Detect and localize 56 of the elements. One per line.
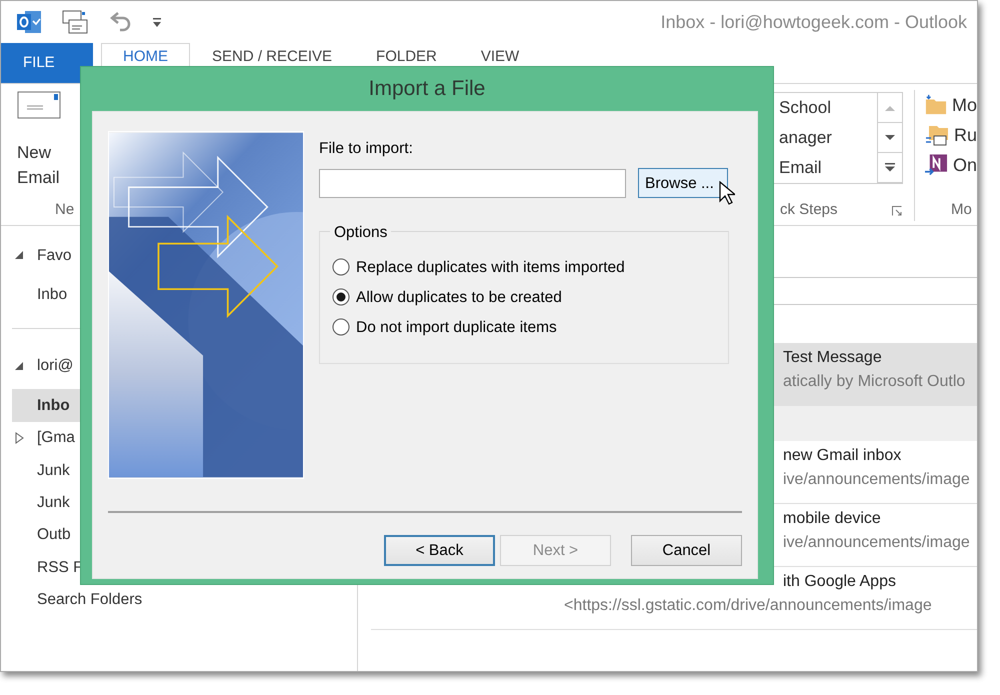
message-subject: Test Message	[783, 348, 883, 368]
onenote-icon[interactable]	[925, 153, 948, 177]
move-item[interactable]: Ru	[954, 122, 977, 148]
outlook-logo-icon[interactable]	[16, 9, 42, 35]
message-preview: ive/announcements/image	[783, 533, 971, 553]
folder-item[interactable]: Junk	[37, 490, 70, 514]
undo-icon[interactable]	[108, 10, 132, 34]
folder-item[interactable]: [Gma	[37, 426, 75, 450]
message-preview: <https://ssl.gstatic.com/drive/announcements/image	[564, 596, 933, 616]
folder-item[interactable]: Inbo	[37, 282, 68, 306]
field-label: File to import:	[319, 139, 414, 159]
radio-button[interactable]	[332, 258, 350, 276]
mouse-cursor-icon	[719, 181, 735, 206]
file-tab[interactable]: FILE	[1, 43, 93, 83]
message-subject: mobile device	[783, 509, 882, 529]
group-label: Mo	[951, 200, 973, 220]
new-email-button[interactable]: New Email	[17, 90, 67, 190]
dialog-launcher-icon[interactable]	[892, 206, 902, 216]
folder-item[interactable]: Search Folders	[37, 588, 142, 612]
folder-item[interactable]: lori@	[37, 354, 74, 378]
message-preview: atically by Microsoft Outlo	[783, 372, 966, 392]
move-item[interactable]: Mo	[952, 92, 977, 118]
send-receive-icon[interactable]	[62, 9, 88, 35]
collapsed-triangle-icon[interactable]	[14, 432, 24, 444]
envelope-icon	[17, 90, 63, 120]
group-label: ck Steps	[780, 200, 838, 220]
message-subject: new Gmail inbox	[783, 446, 902, 466]
more-icon[interactable]	[885, 163, 895, 172]
rules-icon[interactable]	[925, 123, 949, 147]
radio-label: Do not import duplicate items	[356, 318, 557, 338]
group-label: Ne	[55, 200, 74, 220]
radio-label: Allow duplicates to be created	[356, 288, 562, 308]
quick-step-item[interactable]: Email	[779, 155, 877, 181]
wizard-button[interactable]: < Back	[384, 535, 495, 566]
folder-item[interactable]: Outb	[37, 523, 71, 547]
scroll-down-icon[interactable]	[885, 134, 895, 140]
message-subject: ith Google Apps	[783, 572, 897, 592]
dialog-title: Import a File	[368, 76, 486, 102]
folder-item[interactable]: Favo	[37, 244, 72, 267]
ribbon-tab[interactable]: SEND / RECEIVE	[190, 43, 354, 83]
quick-step-item[interactable]: anager	[779, 125, 877, 151]
quick-step-item[interactable]: School	[779, 95, 877, 121]
radio-label: Replace duplicates with items imported	[356, 258, 625, 278]
browse-button[interactable]: Browse ...	[638, 168, 728, 198]
folder-item[interactable]: Inbo	[37, 394, 70, 417]
file-path-field[interactable]	[319, 168, 626, 198]
window-title: Inbox - lori@howtogeek.com - Outlook	[660, 10, 967, 34]
radio-button[interactable]	[332, 318, 350, 336]
message-preview: ive/announcements/image	[783, 470, 971, 490]
wizard-button[interactable]: Cancel	[631, 535, 742, 566]
radio-button[interactable]	[332, 288, 350, 306]
move-item[interactable]: On	[952, 152, 977, 178]
folder-item[interactable]: Junk	[37, 458, 70, 482]
expanded-triangle-icon[interactable]	[14, 250, 24, 260]
customize-dropdown-icon[interactable]	[152, 16, 162, 28]
expanded-triangle-icon[interactable]	[14, 360, 24, 371]
